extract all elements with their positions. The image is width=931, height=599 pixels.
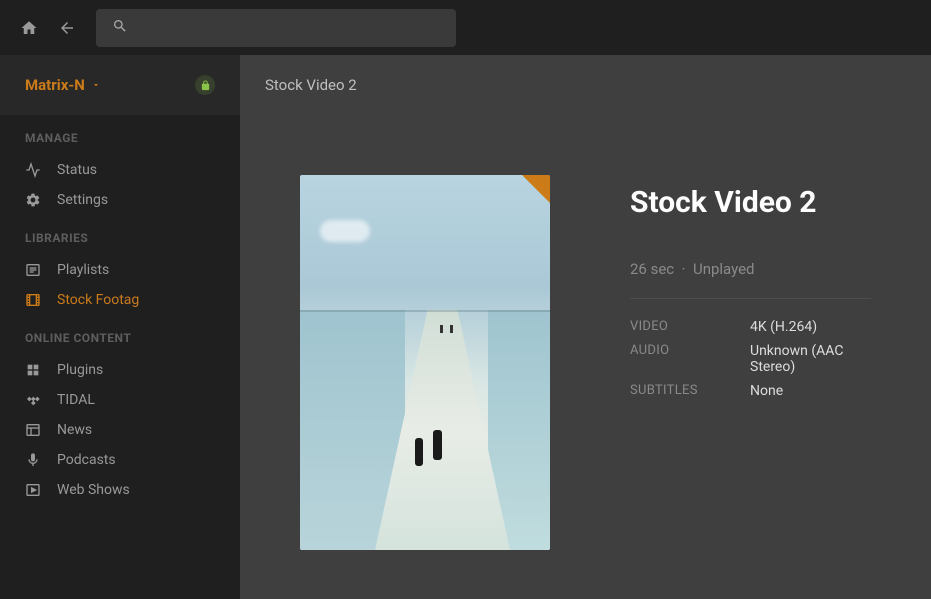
- tidal-icon: [25, 392, 41, 408]
- activity-icon: [25, 162, 41, 178]
- server-name: Matrix-N: [25, 76, 101, 94]
- news-icon: [25, 422, 41, 438]
- topbar: [0, 0, 931, 55]
- sidebar-item-plugins[interactable]: Plugins: [0, 355, 240, 385]
- video-title: Stock Video 2: [630, 185, 871, 220]
- gear-icon: [25, 192, 41, 208]
- section-heading-manage: MANAGE: [0, 115, 240, 155]
- main-header: Stock Video 2: [240, 55, 931, 115]
- lock-icon: [195, 75, 215, 95]
- main-content: Stock Video 2 26 sec · Unplayed VIDEO 4K…: [240, 115, 931, 599]
- sidebar: Matrix-N MANAGE Status Settings LIBRARIE…: [0, 55, 240, 599]
- audio-spec-value: Unknown (AAC Stereo): [750, 343, 871, 375]
- sidebar-item-stock-footage[interactable]: Stock Footag: [0, 285, 240, 315]
- sidebar-item-status[interactable]: Status: [0, 155, 240, 185]
- search-input[interactable]: [96, 9, 456, 47]
- sidebar-item-label: Podcasts: [57, 452, 116, 468]
- video-spec-value: 4K (H.264): [750, 319, 871, 335]
- film-icon: [25, 292, 41, 308]
- sidebar-item-label: TIDAL: [57, 392, 95, 408]
- play-square-icon: [25, 482, 41, 498]
- specs-table: VIDEO 4K (H.264) AUDIO Unknown (AAC Ster…: [630, 319, 871, 399]
- sidebar-item-label: Status: [57, 162, 97, 178]
- unplayed-corner-badge: [522, 175, 550, 203]
- video-meta: 26 sec · Unplayed: [630, 260, 871, 299]
- video-poster[interactable]: [300, 175, 550, 550]
- sidebar-item-label: News: [57, 422, 92, 438]
- back-icon[interactable]: [58, 19, 76, 37]
- home-icon[interactable]: [20, 19, 38, 37]
- grid-icon: [25, 362, 41, 378]
- audio-spec-label: AUDIO: [630, 343, 750, 375]
- sidebar-item-label: Playlists: [57, 262, 109, 278]
- section-heading-online: ONLINE CONTENT: [0, 315, 240, 355]
- sidebar-item-settings[interactable]: Settings: [0, 185, 240, 215]
- details-panel: Stock Video 2 26 sec · Unplayed VIDEO 4K…: [630, 175, 871, 539]
- sidebar-item-podcasts[interactable]: Podcasts: [0, 445, 240, 475]
- meta-separator: ·: [682, 260, 686, 278]
- microphone-icon: [25, 452, 41, 468]
- playlist-icon: [25, 262, 41, 278]
- sidebar-item-playlists[interactable]: Playlists: [0, 255, 240, 285]
- search-icon: [112, 18, 128, 38]
- server-selector[interactable]: Matrix-N: [0, 55, 240, 115]
- duration: 26 sec: [630, 260, 674, 278]
- sidebar-item-label: Settings: [57, 192, 108, 208]
- sidebar-item-tidal[interactable]: TIDAL: [0, 385, 240, 415]
- sidebar-item-web-shows[interactable]: Web Shows: [0, 475, 240, 505]
- poster-image: [300, 175, 550, 550]
- play-status: Unplayed: [693, 260, 755, 278]
- sidebar-item-label: Plugins: [57, 362, 103, 378]
- chevron-down-icon: [91, 80, 101, 90]
- sidebar-item-news[interactable]: News: [0, 415, 240, 445]
- video-spec-label: VIDEO: [630, 319, 750, 335]
- sidebar-item-label: Web Shows: [57, 482, 130, 498]
- section-heading-libraries: LIBRARIES: [0, 215, 240, 255]
- sidebar-item-label: Stock Footag: [57, 292, 139, 308]
- breadcrumb[interactable]: Stock Video 2: [265, 76, 357, 94]
- subtitles-spec-value: None: [750, 383, 871, 399]
- server-name-label: Matrix-N: [25, 76, 85, 94]
- subtitles-spec-label: SUBTITLES: [630, 383, 750, 399]
